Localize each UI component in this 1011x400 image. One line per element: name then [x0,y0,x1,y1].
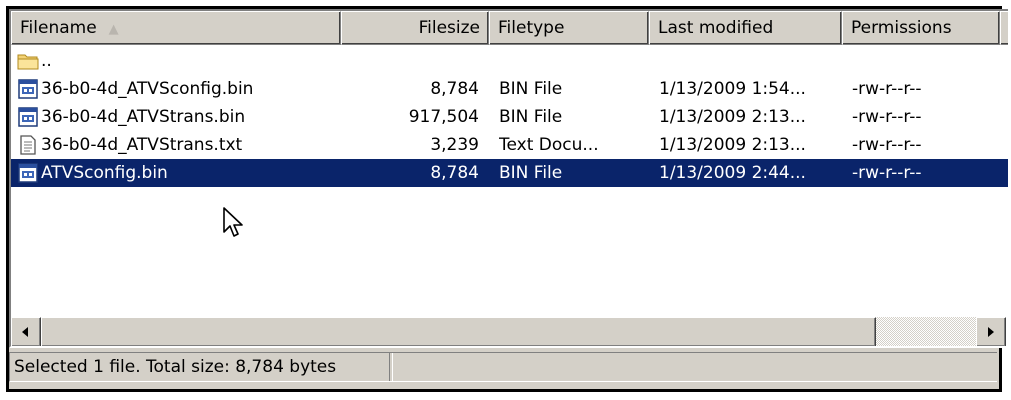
horizontal-scrollbar[interactable] [11,317,1006,346]
file-permissions [852,47,1002,75]
file-type [499,47,647,75]
binary-file-icon [17,78,39,100]
file-type: BIN File [499,79,563,99]
file-size [341,47,479,75]
file-row[interactable]: ATVSconfig.bin 8,784 BIN File 1/13/2009 2:4… [11,159,1008,187]
status-separator [389,353,393,381]
file-row[interactable]: 36-b0-4d_ATVStrans.txt 3,239 Text Docu... 1… [11,131,1008,159]
file-modified: 1/13/2009 2:13... [659,107,806,127]
scroll-left-button[interactable] [11,317,41,346]
status-text: Selected 1 file. Total size: 8,784 bytes [14,357,337,377]
file-name: 36-b0-4d_ATVSconfig.bin [41,79,254,99]
col-permissions-header[interactable]: Permissions [842,11,1000,45]
status-bar: Selected 1 file. Total size: 8,784 bytes [9,352,997,382]
file-modified: 1/13/2009 1:54... [659,79,806,99]
file-type: Text Docu... [499,135,599,155]
col-extra-header[interactable] [1000,11,1008,45]
col-filename-label: Filename [20,18,97,38]
file-row[interactable]: 36-b0-4d_ATVSconfig.bin 8,784 BIN File 1/13… [11,75,1008,103]
file-size: 8,784 [430,79,479,99]
binary-file-icon [17,106,39,128]
file-name: .. [41,51,52,71]
col-filetype-header[interactable]: Filetype [489,11,649,45]
file-row[interactable]: 36-b0-4d_ATVStrans.bin 917,504 BIN File 1/1… [11,103,1008,131]
file-modified: 1/13/2009 2:13... [659,135,806,155]
file-name: 36-b0-4d_ATVStrans.bin [41,107,246,127]
col-filesize-header[interactable]: Filesize [341,11,489,45]
file-permissions: -rw-r--r-- [852,107,922,127]
col-filetype-label: Filetype [498,18,565,38]
sort-ascending-icon: ▲ [108,22,119,37]
col-permissions-label: Permissions [851,18,952,38]
text-file-icon [17,134,39,156]
arrow-right-icon [988,327,994,337]
col-filesize-label: Filesize [418,18,480,38]
parent-folder-icon [17,50,39,72]
file-size: 3,239 [430,135,479,155]
file-size: 8,784 [430,163,479,183]
scroll-right-button[interactable] [976,317,1006,346]
file-name: 36-b0-4d_ATVStrans.txt [41,135,243,155]
column-header: Filename ▲ Filesize Filetype Last modifie… [11,11,1008,45]
file-permissions: -rw-r--r-- [852,135,922,155]
file-size: 917,504 [408,107,479,127]
col-filename-header[interactable]: Filename ▲ [11,11,341,45]
col-last-modified-header[interactable]: Last modified [649,11,842,45]
file-permissions: -rw-r--r-- [852,79,922,99]
mouse-cursor-icon [223,207,243,237]
scrollbar-track[interactable] [876,317,976,346]
file-modified [659,47,839,75]
arrow-left-icon [22,327,28,337]
file-name: ATVSconfig.bin [41,163,168,183]
file-modified: 1/13/2009 2:44... [659,163,806,183]
remote-file-list[interactable]: Filename ▲ Filesize Filetype Last modifie… [9,9,1008,348]
col-last-modified-label: Last modified [658,18,774,38]
file-permissions: -rw-r--r-- [852,163,922,183]
file-row[interactable]: .. [11,47,1008,75]
file-type: BIN File [499,107,563,127]
scrollbar-thumb[interactable] [41,317,876,346]
file-type: BIN File [499,163,563,183]
binary-file-icon [17,162,39,184]
